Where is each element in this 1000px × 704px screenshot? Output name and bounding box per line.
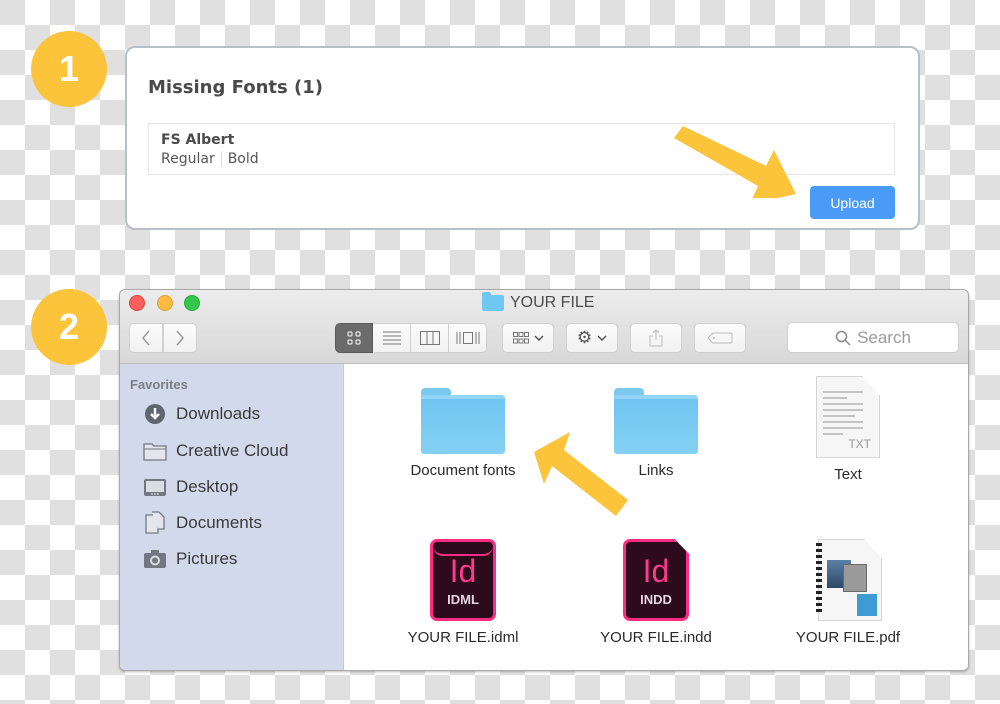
window-title: YOUR FILE: [482, 292, 595, 313]
font-style-bold: Bold: [227, 151, 259, 167]
font-styles: Regular Bold: [161, 151, 259, 167]
desktop-icon: [142, 476, 168, 498]
sidebar-item-label: Creative Cloud: [176, 441, 289, 460]
idml-badge: IDML: [447, 591, 479, 607]
sidebar-item-pictures[interactable]: Pictures: [142, 546, 237, 572]
file-label: Text: [834, 466, 862, 483]
file-item-pdf[interactable]: YOUR FILE.pdf: [758, 539, 938, 646]
folder-icon: [482, 292, 504, 311]
sidebar-item-desktop[interactable]: Desktop: [142, 474, 238, 500]
view-mode-switcher: [335, 323, 487, 353]
chevron-left-icon: [142, 330, 150, 346]
tag-button[interactable]: [694, 323, 746, 353]
documents-icon: [142, 511, 168, 534]
sidebar-item-creative-cloud[interactable]: Creative Cloud: [142, 438, 288, 464]
indd-badge: INDD: [640, 591, 672, 607]
arrange-button[interactable]: [502, 323, 554, 353]
folder-icon: [142, 440, 168, 462]
search-placeholder: Search: [857, 327, 911, 347]
indesign-idml-icon: Id IDML: [430, 539, 496, 621]
file-item-links[interactable]: Links: [566, 378, 746, 479]
camera-icon: [142, 548, 168, 570]
upload-button[interactable]: Upload: [810, 186, 895, 219]
txt-badge: TXT: [848, 437, 871, 451]
sidebar-item-documents[interactable]: Documents: [142, 510, 262, 536]
file-label: Document fonts: [410, 462, 516, 479]
gear-icon: ⚙: [576, 328, 593, 348]
text-document-icon: TXT: [816, 376, 880, 458]
minimize-window-button[interactable]: [157, 295, 173, 311]
icon-grid-icon: [347, 331, 361, 345]
chevron-down-icon: [533, 335, 544, 341]
zoom-window-button[interactable]: [184, 295, 200, 311]
font-name: FS Albert: [161, 132, 235, 148]
search-field[interactable]: Search: [787, 322, 959, 353]
finder-toolbar: YOUR FILE ⚙ Search: [120, 290, 968, 364]
finder-window: YOUR FILE ⚙ Search Favorites Downloads C…: [119, 289, 969, 671]
sidebar-item-downloads[interactable]: Downloads: [142, 401, 260, 427]
indesign-indd-icon: Id INDD: [623, 539, 689, 621]
share-button[interactable]: [630, 323, 682, 353]
window-title-text: YOUR FILE: [510, 294, 595, 311]
sidebar-item-label: Documents: [176, 513, 262, 532]
sidebar-item-label: Pictures: [176, 549, 238, 568]
chevron-down-icon: [597, 335, 607, 341]
folder-icon: [614, 388, 698, 454]
file-label: YOUR FILE.indd: [600, 629, 712, 646]
list-view-button[interactable]: [373, 323, 411, 353]
close-window-button[interactable]: [129, 295, 145, 311]
pdf-document-icon: [814, 539, 882, 621]
columns-icon: [419, 331, 440, 345]
step-1-badge: 1: [31, 31, 107, 107]
file-label: YOUR FILE.idml: [407, 629, 519, 646]
sidebar-item-label: Downloads: [176, 404, 261, 423]
download-icon: [142, 403, 168, 425]
sidebar-item-label: Desktop: [176, 477, 239, 496]
panel-title: Missing Fonts (1): [148, 77, 323, 98]
tag-icon: [707, 332, 733, 344]
file-grid: Document fonts Links TXT Text Id IDML YO…: [345, 364, 968, 670]
back-button[interactable]: [129, 323, 163, 353]
file-label: YOUR FILE.pdf: [795, 629, 901, 646]
share-icon: [649, 329, 663, 347]
search-icon: [835, 330, 851, 346]
missing-fonts-panel: Missing Fonts (1) FS Albert Regular Bold…: [125, 46, 920, 230]
missing-font-entry: FS Albert Regular Bold: [148, 123, 895, 175]
font-style-regular: Regular: [161, 151, 215, 167]
list-icon: [382, 331, 401, 345]
cover-flow-view-button[interactable]: [449, 323, 487, 353]
file-item-document-fonts[interactable]: Document fonts: [373, 378, 553, 479]
file-item-text[interactable]: TXT Text: [758, 376, 938, 483]
file-label: Links: [638, 462, 674, 479]
style-separator: [220, 151, 222, 167]
icon-view-button[interactable]: [335, 323, 373, 353]
arrange-grid-icon: [512, 332, 529, 344]
folder-icon: [421, 388, 505, 454]
file-item-idml[interactable]: Id IDML YOUR FILE.idml: [373, 539, 553, 646]
action-button[interactable]: ⚙: [566, 323, 618, 353]
finder-sidebar: Favorites Downloads Creative Cloud Deskt…: [120, 364, 344, 670]
forward-button[interactable]: [163, 323, 197, 353]
sidebar-heading-favorites: Favorites: [130, 377, 188, 392]
chevron-right-icon: [176, 330, 184, 346]
step-2-badge: 2: [31, 289, 107, 365]
file-item-indd[interactable]: Id INDD YOUR FILE.indd: [566, 539, 746, 646]
column-view-button[interactable]: [411, 323, 449, 353]
id-glyph: Id: [449, 552, 477, 589]
id-glyph: Id: [642, 552, 670, 589]
cover-flow-icon: [456, 332, 479, 344]
